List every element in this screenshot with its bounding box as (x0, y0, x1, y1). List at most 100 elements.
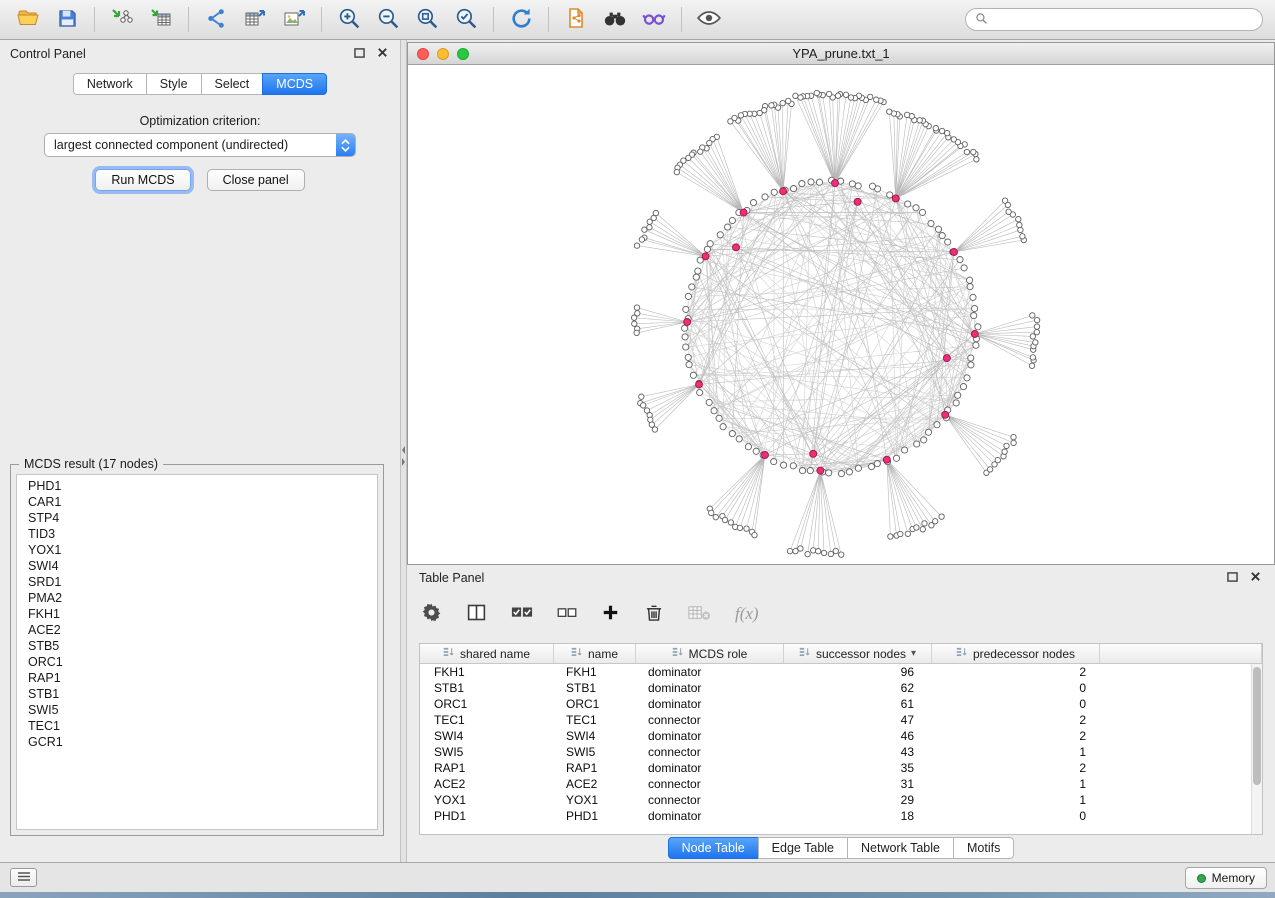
mcds-result-item[interactable]: STP4 (17, 510, 377, 526)
global-search[interactable] (965, 8, 1263, 31)
mcds-result-item[interactable]: ORC1 (17, 654, 377, 670)
find-button[interactable] (597, 4, 633, 36)
scrollbar-thumb[interactable] (1253, 667, 1261, 785)
mcds-result-item[interactable]: FKH1 (17, 606, 377, 622)
mcds-result-item[interactable]: SWI5 (17, 702, 377, 718)
float-panel-icon[interactable] (354, 47, 365, 61)
select-all-button[interactable] (511, 604, 533, 625)
vertical-splitter[interactable] (400, 40, 407, 862)
mcds-result-item[interactable]: TEC1 (17, 718, 377, 734)
apply-layout-button[interactable] (503, 4, 539, 36)
tab-select[interactable]: Select (201, 73, 264, 95)
table-scrollbar[interactable] (1251, 664, 1262, 834)
tab-network[interactable]: Network (73, 73, 147, 95)
network-graph[interactable] (408, 65, 1274, 564)
add-column-button[interactable] (601, 603, 620, 625)
column-header-successor-nodes[interactable]: successor nodes ▾ (784, 644, 932, 663)
share-network-button[interactable] (198, 4, 234, 36)
table-row[interactable]: ACE2ACE2connector311 (420, 776, 1251, 792)
mcds-result-item[interactable]: SRD1 (17, 574, 377, 590)
table-row[interactable]: SWI5SWI5connector431 (420, 744, 1251, 760)
toolbar-separator (321, 7, 322, 32)
float-panel-icon[interactable] (1227, 571, 1238, 585)
network-canvas[interactable] (408, 65, 1274, 564)
clear-table-button[interactable] (688, 604, 711, 625)
table-row[interactable]: TEC1TEC1connector472 (420, 712, 1251, 728)
mcds-result-item[interactable]: STB5 (17, 638, 377, 654)
mcds-result-item[interactable]: SWI4 (17, 558, 377, 574)
tab-edge-table[interactable]: Edge Table (758, 837, 848, 859)
close-panel-icon[interactable] (377, 47, 388, 61)
tab-node-table[interactable]: Node Table (668, 837, 759, 859)
column-header-shared-name[interactable]: shared name (420, 644, 554, 663)
cell-c1: TEC1 (420, 713, 554, 727)
table-row[interactable]: FKH1FKH1dominator962 (420, 664, 1251, 680)
close-panel-button[interactable]: Close panel (207, 169, 305, 191)
splitter-collapse-icon[interactable] (401, 445, 406, 470)
mcds-result-item[interactable]: YOX1 (17, 542, 377, 558)
import-table-button[interactable] (143, 4, 179, 36)
share-document-button[interactable] (558, 4, 594, 36)
zoom-selected-button[interactable] (448, 4, 484, 36)
cell-c1: FKH1 (420, 665, 554, 679)
mcds-result-item[interactable]: GCR1 (17, 734, 377, 750)
run-mcds-button[interactable]: Run MCDS (95, 169, 190, 191)
minimize-window-icon[interactable] (437, 48, 449, 60)
column-header-name[interactable]: name (554, 644, 636, 663)
mcds-result-item[interactable]: CAR1 (17, 494, 377, 510)
show-columns-button[interactable] (466, 602, 487, 626)
criterion-dropdown[interactable]: largest connected component (undirected) (44, 133, 356, 157)
column-header-mcds-role[interactable]: MCDS role (636, 644, 784, 663)
tab-mcds[interactable]: MCDS (262, 73, 327, 95)
toolbar-separator (493, 7, 494, 32)
column-header-empty (1100, 644, 1262, 663)
column-header-predecessor-nodes[interactable]: predecessor nodes (932, 644, 1100, 663)
glasses-button[interactable] (636, 4, 672, 36)
save-button[interactable] (49, 4, 85, 36)
cell-c1: STB1 (420, 681, 554, 695)
tab-network-table[interactable]: Network Table (847, 837, 954, 859)
table-settings-button[interactable] (421, 602, 442, 626)
mcds-result-list[interactable]: PHD1CAR1STP4TID3YOX1SWI4SRD1PMA2FKH1ACE2… (16, 474, 378, 830)
table-row[interactable]: STB1STB1dominator620 (420, 680, 1251, 696)
function-builder-button[interactable]: f(x) (735, 604, 759, 624)
tab-style[interactable]: Style (146, 73, 202, 95)
delete-column-button[interactable] (644, 603, 664, 626)
maximize-window-icon[interactable] (457, 48, 469, 60)
zoom-fit-button[interactable] (409, 4, 445, 36)
save-icon (56, 7, 79, 33)
memory-button[interactable]: Memory (1185, 867, 1267, 889)
table-row[interactable]: RAP1RAP1dominator352 (420, 760, 1251, 776)
control-panel-tabs: Network Style Select MCDS (0, 73, 400, 95)
export-table-button[interactable] (237, 4, 273, 36)
export-image-button[interactable] (276, 4, 312, 36)
import-table-icon (149, 6, 173, 33)
mcds-result-item[interactable]: ACE2 (17, 622, 377, 638)
mcds-result-item[interactable]: PHD1 (17, 478, 377, 494)
deselect-all-button[interactable] (557, 605, 577, 624)
mcds-result-item[interactable]: PMA2 (17, 590, 377, 606)
mcds-result-item[interactable]: RAP1 (17, 670, 377, 686)
table-row[interactable]: YOX1YOX1connector291 (420, 792, 1251, 808)
show-log-button[interactable] (10, 868, 37, 887)
table-panel-title: Table Panel (419, 571, 1227, 585)
network-window-titlebar[interactable]: YPA_prune.txt_1 (408, 43, 1274, 65)
zoom-fit-icon (415, 6, 440, 34)
search-input[interactable] (993, 13, 1253, 27)
mcds-result-item[interactable]: TID3 (17, 526, 377, 542)
mcds-result-item[interactable]: STB1 (17, 686, 377, 702)
import-network-button[interactable] (104, 4, 140, 36)
zoom-out-button[interactable] (370, 4, 406, 36)
close-panel-icon[interactable] (1250, 571, 1261, 585)
table-row[interactable]: PHD1PHD1dominator180 (420, 808, 1251, 824)
status-bar: Memory (0, 862, 1275, 892)
tab-motifs[interactable]: Motifs (953, 837, 1014, 859)
chevron-down-icon: ▾ (911, 648, 916, 659)
cell-c2: TEC1 (554, 713, 636, 727)
open-file-button[interactable] (10, 4, 46, 36)
table-row[interactable]: ORC1ORC1dominator610 (420, 696, 1251, 712)
show-hide-button[interactable] (691, 4, 727, 36)
table-row[interactable]: SWI4SWI4dominator462 (420, 728, 1251, 744)
zoom-in-button[interactable] (331, 4, 367, 36)
close-window-icon[interactable] (417, 48, 429, 60)
